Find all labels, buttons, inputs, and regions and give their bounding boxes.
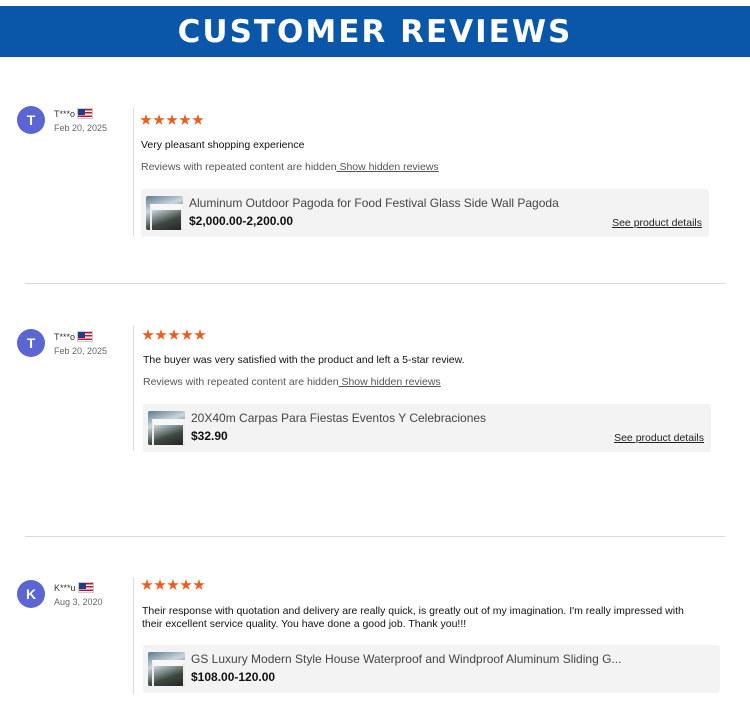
star-icon — [194, 329, 206, 340]
review-text: their excellent service quality. You hav… — [142, 618, 467, 630]
product-card[interactable]: 20X40m Carpas Para Fiestas Eventos Y Cel… — [143, 404, 711, 452]
star-icon — [141, 579, 153, 590]
star-rating — [142, 329, 206, 341]
us-flag-icon — [77, 331, 94, 342]
star-icon — [179, 114, 191, 125]
review-date: Feb 20, 2025 — [54, 123, 108, 133]
product-thumbnail[interactable] — [146, 196, 183, 230]
us-flag-icon — [77, 108, 94, 119]
star-icon — [142, 329, 154, 340]
star-rating — [140, 114, 204, 126]
review-date: Aug 3, 2020 — [54, 597, 103, 607]
reviewer-name: K***u — [54, 582, 94, 593]
review-text: Very pleasant shopping experience — [141, 139, 305, 151]
star-icon — [167, 579, 179, 590]
see-product-details-link[interactable]: See product details — [614, 432, 704, 444]
hidden-reviews-note: Reviews with repeated content are hidden… — [143, 376, 441, 388]
section-divider — [25, 283, 725, 284]
star-icon — [168, 329, 180, 340]
review-date: Feb 20, 2025 — [54, 346, 108, 356]
avatar: K — [17, 580, 45, 608]
avatar: T — [17, 329, 45, 357]
show-hidden-reviews-link[interactable]: Show hidden reviews — [337, 161, 438, 173]
page-title: CUSTOMER REVIEWS — [177, 13, 573, 50]
product-thumbnail[interactable] — [148, 652, 185, 686]
section-divider — [25, 536, 725, 537]
see-product-details-link[interactable]: See product details — [612, 217, 702, 229]
star-icon — [181, 329, 193, 340]
star-icon — [166, 114, 178, 125]
show-hidden-reviews-link[interactable]: Show hidden reviews — [339, 376, 440, 388]
avatar: T — [17, 106, 45, 134]
star-icon — [192, 114, 204, 125]
reviewer-name: T***o — [54, 108, 94, 119]
hidden-reviews-note: Reviews with repeated content are hidden… — [141, 161, 439, 173]
review-text: Their response with quotation and delive… — [142, 605, 684, 617]
product-title[interactable]: 20X40m Carpas Para Fiestas Eventos Y Cel… — [191, 411, 486, 425]
us-flag-icon — [77, 582, 94, 593]
product-price: $32.90 — [191, 429, 228, 443]
header-banner: CUSTOMER REVIEWS — [0, 6, 750, 57]
product-thumbnail[interactable] — [148, 411, 185, 445]
star-icon — [155, 329, 167, 340]
product-title[interactable]: Aluminum Outdoor Pagoda for Food Festiva… — [189, 196, 559, 210]
star-icon — [153, 114, 165, 125]
star-icon — [193, 579, 205, 590]
reviewer-name: T***o — [54, 331, 94, 342]
star-icon — [140, 114, 152, 125]
review-text: The buyer was very satisfied with the pr… — [143, 354, 465, 366]
star-icon — [154, 579, 166, 590]
product-price: $2,000.00-2,200.00 — [189, 214, 294, 228]
product-card[interactable]: Aluminum Outdoor Pagoda for Food Festiva… — [141, 189, 709, 237]
product-card[interactable]: GS Luxury Modern Style House Waterproof … — [143, 645, 720, 693]
star-icon — [180, 579, 192, 590]
product-title[interactable]: GS Luxury Modern Style House Waterproof … — [191, 652, 621, 666]
review-divider-line — [133, 577, 134, 694]
product-price: $108.00-120.00 — [191, 670, 276, 684]
review-divider-line — [133, 326, 134, 451]
star-rating — [141, 579, 205, 591]
review-divider-line — [133, 108, 134, 236]
